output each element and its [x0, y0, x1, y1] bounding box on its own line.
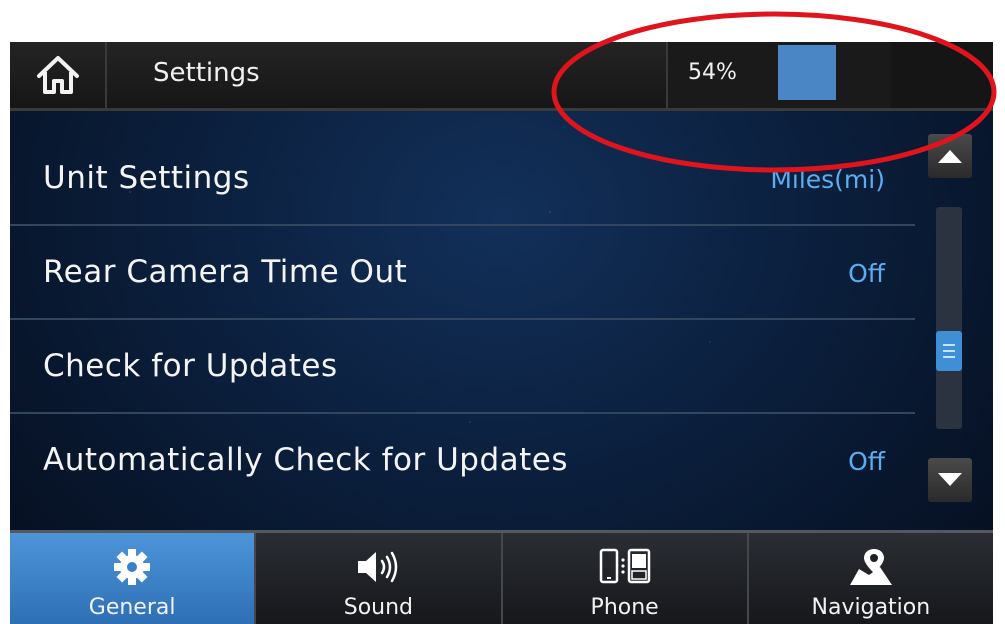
phone-icon — [599, 548, 650, 584]
scrollbar-track[interactable] — [936, 207, 962, 429]
tab-sound[interactable]: Sound — [256, 533, 503, 624]
list-item-label: Rear Camera Time Out — [43, 254, 408, 290]
list-item-label: Automatically Check for Updates — [43, 442, 569, 478]
tab-label: Phone — [590, 595, 659, 620]
gear-icon — [114, 549, 151, 585]
grip-line — [943, 356, 955, 358]
grip-line — [943, 344, 955, 346]
speaker-icon — [358, 551, 398, 583]
grip-line — [943, 350, 955, 352]
bottom-nav: General Sound Phone Navigation — [10, 530, 993, 624]
page-title: Settings — [153, 58, 260, 88]
scrollbar-thumb[interactable] — [936, 331, 962, 371]
list-item[interactable]: Rear Camera Time Out Off — [10, 226, 915, 320]
list-item[interactable]: Automatically Check for Updates Off — [10, 414, 915, 506]
list-item-value: Off — [848, 447, 885, 476]
home-button[interactable] — [10, 42, 107, 108]
list-item-label: Check for Updates — [43, 348, 338, 384]
triangle-down-icon — [938, 473, 962, 486]
tab-navigation[interactable]: Navigation — [749, 533, 993, 624]
settings-list: Unit Settings Miles(mi) Rear Camera Time… — [10, 132, 915, 506]
home-icon — [36, 56, 79, 94]
list-item[interactable]: Check for Updates — [10, 320, 915, 414]
list-item-label: Unit Settings — [43, 160, 250, 196]
tab-general[interactable]: General — [10, 533, 257, 624]
tab-label: Sound — [343, 595, 414, 620]
tab-phone[interactable]: Phone — [503, 533, 749, 624]
tab-label: General — [88, 595, 176, 620]
scroll-down-button[interactable] — [928, 458, 972, 502]
list-item-value: Off — [848, 259, 885, 288]
map-pin-icon — [849, 549, 892, 585]
highlight-ellipse-annotation — [551, 11, 997, 173]
tab-label: Navigation — [811, 595, 931, 620]
